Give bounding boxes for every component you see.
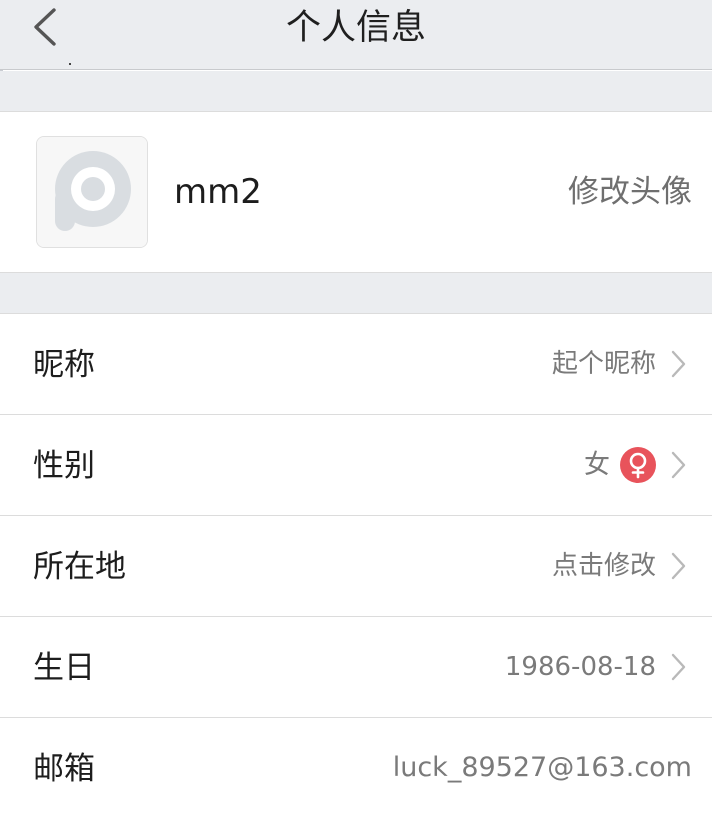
- section-gap: [0, 71, 712, 111]
- default-avatar-icon: [37, 137, 147, 247]
- change-avatar-button[interactable]: 修改头像: [568, 170, 692, 214]
- row-value: 1986-08-18: [504, 652, 656, 682]
- row-birthday[interactable]: 生日 1986-08-18: [0, 617, 712, 718]
- row-location[interactable]: 所在地 点击修改: [0, 516, 712, 617]
- section-gap: [0, 273, 712, 313]
- female-icon: [620, 447, 656, 483]
- chevron-right-icon: [671, 552, 686, 580]
- row-value: 点击修改: [551, 551, 656, 581]
- row-value: luck_89527@163.com: [392, 752, 692, 783]
- chevron-right-icon: [671, 451, 686, 479]
- row-label: 性别: [33, 448, 95, 484]
- row-value: 起个昵称: [551, 349, 656, 379]
- row-gender[interactable]: 性别 女: [0, 415, 712, 516]
- row-value: 女: [583, 450, 610, 480]
- row-label: 生日: [33, 650, 95, 686]
- row-email[interactable]: 邮箱 luck_89527@163.com: [0, 718, 712, 819]
- row-label: 昵称: [33, 347, 95, 383]
- avatar[interactable]: [36, 136, 148, 248]
- row-label: 所在地: [33, 549, 126, 585]
- info-list: 昵称 起个昵称 性别 女 所在地 点击修改 生日 1986-08-18 邮箱 l…: [0, 313, 712, 819]
- page-title: 个人信息: [285, 8, 426, 48]
- top-nav-bar: 个人信息: [0, 0, 712, 70]
- row-nickname[interactable]: 昵称 起个昵称: [0, 314, 712, 415]
- profile-section: mm2 修改头像: [0, 111, 712, 273]
- row-label: 邮箱: [33, 751, 95, 787]
- chevron-right-icon: [671, 350, 686, 378]
- chevron-right-icon: [671, 653, 686, 681]
- username: mm2: [174, 172, 262, 212]
- header-dot: [69, 63, 71, 65]
